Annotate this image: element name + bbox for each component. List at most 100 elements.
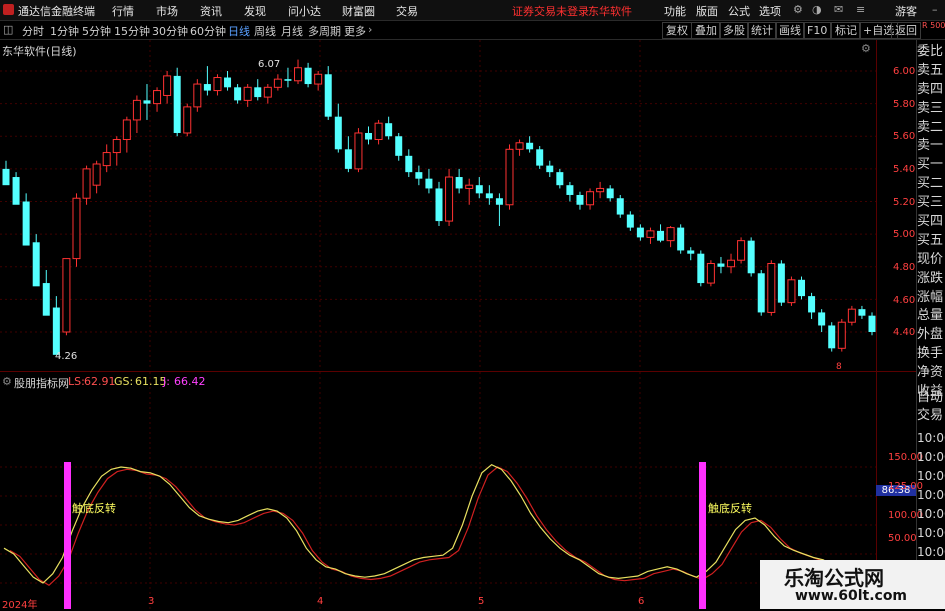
side-item[interactable]: 卖五	[917, 61, 945, 80]
candle-body	[666, 227, 675, 242]
chevron-right-icon[interactable]: ›	[368, 23, 372, 36]
candle-body	[485, 193, 493, 199]
side-item[interactable]: 卖四	[917, 80, 945, 99]
candle-body	[646, 230, 655, 238]
side-item[interactable]: 换手	[917, 344, 945, 363]
candle-body	[465, 184, 474, 189]
period-fenshi[interactable]: 分时	[22, 23, 44, 39]
period-multi[interactable]: 多周期	[308, 23, 341, 39]
login-notice[interactable]: 证券交易未登录	[512, 3, 589, 19]
period-more[interactable]: 更多	[344, 23, 366, 39]
side-item[interactable]: 现价	[917, 250, 945, 269]
candle-body	[173, 75, 181, 133]
menu-banmian[interactable]: 版面	[696, 3, 718, 19]
candle-body	[858, 309, 866, 316]
low-price-label: 4.26	[55, 351, 78, 362]
side-item[interactable]: 涨幅	[917, 288, 945, 307]
candle-body	[566, 185, 574, 195]
indicator-chart[interactable]	[0, 372, 876, 609]
y-tick: 5.60	[893, 131, 916, 142]
side-item[interactable]: 买二	[917, 174, 945, 193]
period-30min[interactable]: 30分钟	[152, 23, 188, 39]
side-item[interactable]: 卖一	[917, 136, 945, 155]
side-item[interactable]: 卖二	[917, 118, 945, 137]
y-tick: 4.60	[893, 295, 916, 306]
menu-zixun[interactable]: 资讯	[200, 3, 222, 19]
candle-body	[263, 86, 272, 98]
candle-body	[42, 283, 50, 316]
app-title: 通达信金融终端	[18, 5, 95, 18]
side-item[interactable]: 外盘	[917, 325, 945, 344]
side-item[interactable]: 自动	[917, 386, 943, 405]
menu-gongneng[interactable]: 功能	[664, 3, 686, 19]
candle-body	[767, 262, 776, 313]
side-item[interactable]: 净资	[917, 363, 945, 382]
j-label: J:	[163, 375, 170, 388]
candle-body	[234, 87, 242, 101]
y-tick: 4.80	[893, 262, 916, 273]
period-15min[interactable]: 15分钟	[114, 23, 150, 39]
btn-duogu[interactable]: 多股	[719, 22, 749, 39]
message-icon[interactable]: ✉	[834, 3, 843, 16]
candle-body	[324, 74, 332, 117]
side-item[interactable]: 委比	[917, 42, 945, 61]
btn-biaoji[interactable]: 标记	[831, 22, 861, 39]
candle-body	[2, 168, 10, 186]
candlestick-chart[interactable]	[0, 40, 876, 370]
side-item[interactable]: 买四	[917, 212, 945, 231]
menu-faxian[interactable]: 发现	[244, 3, 266, 19]
candle-body	[837, 321, 846, 349]
current-stock: 东华软件	[588, 5, 632, 18]
time-item: 10:00	[917, 488, 945, 502]
btn-fuquan[interactable]: 复权	[662, 22, 692, 39]
menu-hangqing[interactable]: 行情	[112, 3, 134, 19]
candle-body	[102, 152, 111, 167]
sidebar-toggle-icon[interactable]: ◫	[3, 23, 13, 36]
side-item[interactable]: 总量	[917, 306, 945, 325]
period-daily[interactable]: 日线	[228, 23, 250, 39]
menu-gongshi[interactable]: 公式	[728, 3, 750, 19]
period-5min[interactable]: 5分钟	[82, 23, 111, 39]
x-tick: 5	[478, 596, 485, 607]
menu-xuanxiang[interactable]: 选项	[759, 3, 781, 19]
side-item[interactable]: 买五	[917, 231, 945, 250]
chart-settings-icon[interactable]: ⚙	[861, 42, 871, 55]
settings-icon[interactable]: ⚙	[793, 3, 803, 16]
indicator-settings-icon[interactable]: ⚙	[2, 375, 12, 388]
menu-caifuquan[interactable]: 财富圈	[342, 3, 375, 19]
side-item[interactable]: 交易	[917, 404, 943, 423]
btn-f10[interactable]: F10	[803, 22, 832, 39]
candle-body	[153, 90, 162, 105]
user-label[interactable]: 游客	[895, 3, 917, 19]
btn-huaxian[interactable]: 画线	[775, 22, 805, 39]
candle-body	[706, 262, 715, 284]
menu-shichang[interactable]: 市场	[156, 3, 178, 19]
candle-body	[505, 148, 514, 206]
time-item: 10:00	[917, 431, 945, 445]
btn-fanhui[interactable]: 返回	[891, 22, 921, 39]
period-weekly[interactable]: 周线	[254, 23, 276, 39]
candle-body	[808, 296, 816, 313]
menu-jiaoyi[interactable]: 交易	[396, 3, 418, 19]
btn-diejia[interactable]: 叠加	[691, 22, 721, 39]
period-60min[interactable]: 60分钟	[190, 23, 226, 39]
candle-body	[22, 201, 30, 246]
skin-icon[interactable]: ◑	[812, 3, 822, 16]
menu-icon[interactable]: ≡	[856, 3, 865, 16]
candle-body	[374, 122, 383, 141]
side-item[interactable]: 涨跌	[917, 269, 945, 288]
side-item[interactable]: 卖三	[917, 99, 945, 118]
time-item: 10:00	[917, 545, 945, 559]
candle-body	[687, 250, 695, 254]
candle-body	[596, 187, 605, 193]
period-1min[interactable]: 1分钟	[50, 23, 79, 39]
candle-body	[294, 67, 303, 82]
btn-tongji[interactable]: 统计	[747, 22, 777, 39]
side-item[interactable]: 买一	[917, 155, 945, 174]
side-item[interactable]: 买三	[917, 193, 945, 212]
menu-wenxiaoda[interactable]: 问小达	[288, 3, 321, 19]
candle-body	[224, 77, 232, 88]
minimize-icon[interactable]: –	[932, 3, 938, 16]
period-monthly[interactable]: 月线	[281, 23, 303, 39]
signal-text-1: 触底反转	[72, 502, 116, 515]
